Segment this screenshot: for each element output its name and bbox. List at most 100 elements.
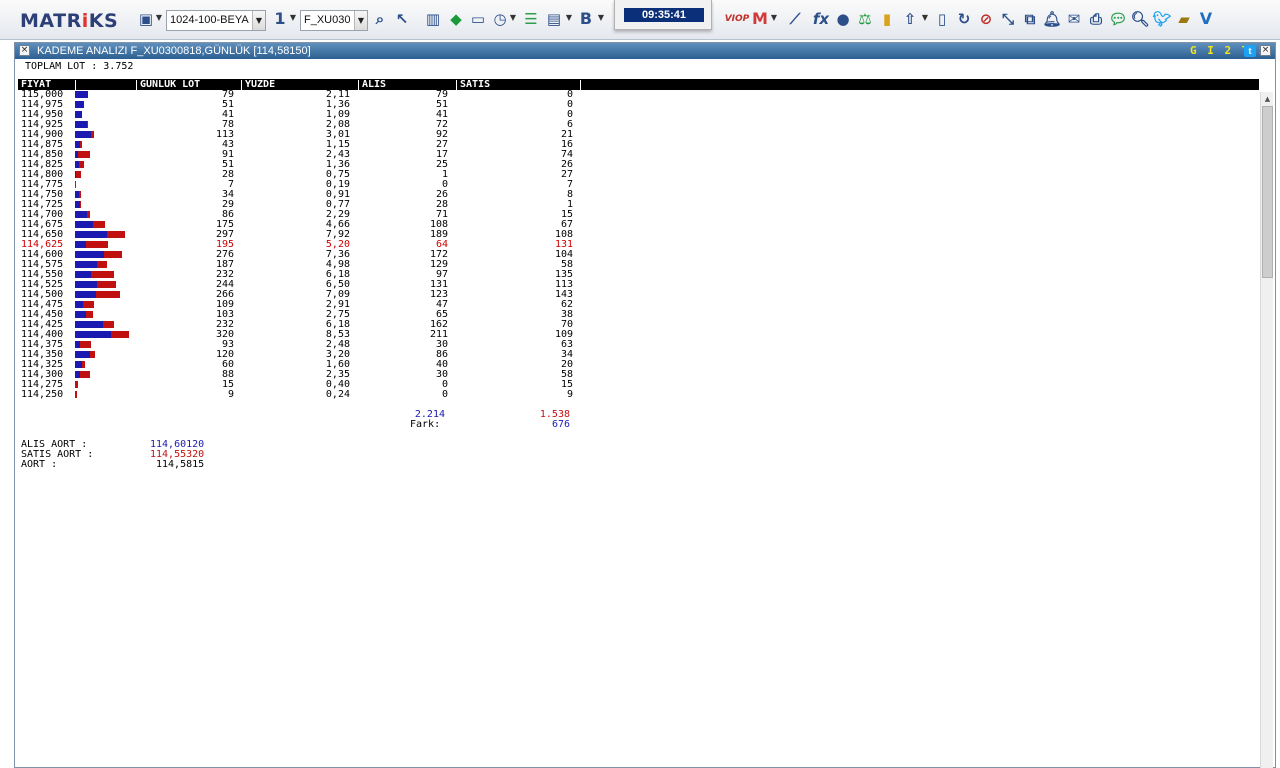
bell-icon[interactable]: 🔔︎ [1042,10,1061,28]
table-row[interactable]: 114,850 91 2,43 17 74 [18,150,618,160]
bold-icon[interactable]: B [577,10,595,28]
viop-icon[interactable]: VIOP [725,10,750,28]
table-row[interactable]: 114,325 60 1,60 40 20 [18,360,618,370]
m-icon[interactable]: M [751,10,769,28]
layout-select-arrow[interactable]: ▼ [252,11,265,30]
table-row[interactable]: 114,750 34 0,91 26 8 [18,190,618,200]
buy-bar [75,261,97,268]
m-dropdown-caret[interactable]: ▼ [770,13,778,23]
monitor-icon[interactable]: ▭ [469,10,487,28]
cube-icon[interactable]: ◆ [447,10,465,28]
table-row[interactable]: 114,900 113 3,01 92 21 [18,130,618,140]
chat-icon[interactable]: 💬︎ [1108,10,1127,28]
sell-bar [75,391,77,398]
upload-icon[interactable]: ⇧ [901,10,919,28]
magnifier-icon[interactable]: ⌕ [371,10,389,28]
fark-label: Fark: [410,419,441,430]
save-dropdown-caret[interactable]: ▼ [155,13,163,23]
table-row[interactable]: 114,350 120 3,20 86 34 [18,350,618,360]
scroll-thumb[interactable] [1262,106,1273,278]
satis-cell: 34 [560,349,573,360]
depth-analysis-window: × KADEME ANALIZI F_XU0300818,GÜNLÜK [114… [14,42,1276,768]
vertical-scrollbar[interactable]: ▲ [1260,92,1273,768]
table-row[interactable]: 114,475 109 2,91 47 62 [18,300,618,310]
bar-chart-icon[interactable]: ▥ [424,10,442,28]
table-row[interactable]: 114,650 297 7,92 189 108 [18,230,618,240]
bold-dropdown-caret[interactable]: ▼ [597,13,605,23]
table-dropdown-caret[interactable]: ▼ [565,13,573,23]
table-row[interactable]: 114,525 244 6,50 131 113 [18,280,618,290]
line-chart-icon[interactable]: ⟋ [786,10,804,28]
window-twitter-icon[interactable]: t [1244,45,1256,57]
table-row[interactable]: 114,375 93 2,48 30 63 [18,340,618,350]
document-icon[interactable]: ▯ [933,10,951,28]
table-row[interactable]: 114,450 103 2,75 65 38 [18,310,618,320]
table-row[interactable]: 114,775 7 0,19 0 7 [18,180,618,190]
v-icon[interactable]: V [1197,10,1215,28]
list-icon[interactable]: ☰ [522,10,540,28]
symbol-select[interactable]: F_XU030 ▼ [300,10,368,31]
close-doc-icon[interactable]: ⊘ [977,10,995,28]
table-row[interactable]: 114,400 320 8,53 211 109 [18,330,618,340]
book-icon[interactable]: ▰ [1175,10,1193,28]
mail-icon[interactable]: ✉ [1065,10,1083,28]
table-row[interactable]: 114,875 43 1,15 27 16 [18,140,618,150]
window-titlebar[interactable]: × KADEME ANALIZI F_XU0300818,GÜNLÜK [114… [15,43,1275,59]
table-row[interactable]: 114,275 15 0,40 0 15 [18,380,618,390]
symbol-select-arrow[interactable]: ▼ [354,11,367,30]
table-row[interactable]: 114,825 51 1,36 25 26 [18,160,618,170]
clock-icon[interactable]: ◷ [491,10,509,28]
window-close-right-icon[interactable]: × [1260,45,1271,56]
resize-icon[interactable]: ⤡ [999,10,1017,28]
table-row[interactable]: 114,725 29 0,77 28 1 [18,200,618,210]
table-icon[interactable]: ▤ [545,10,563,28]
buy-bar [75,231,108,238]
save-icon[interactable]: ▣ [137,10,155,28]
buy-bar [75,281,98,288]
search-icon[interactable]: 🔍︎ [1130,10,1149,28]
col-bar-header[interactable] [75,80,136,90]
formula-icon[interactable]: fx [812,10,830,28]
scales-icon[interactable]: ⚖ [856,10,874,28]
cursor-icon[interactable]: ↖ [393,10,411,28]
twitter-icon[interactable]: 🐦︎ [1152,10,1171,28]
table-row[interactable]: 115,000 79 2,11 79 0 [18,90,618,100]
table-row[interactable]: 114,925 78 2,08 72 6 [18,120,618,130]
table-row[interactable]: 114,500 266 7,09 123 143 [18,290,618,300]
sell-bar [81,361,86,368]
window-number[interactable]: 1 [271,10,289,28]
table-row[interactable]: 114,300 88 2,35 30 58 [18,370,618,380]
table-row[interactable]: 114,425 232 6,18 162 70 [18,320,618,330]
upload-dropdown-caret[interactable]: ▼ [921,13,929,23]
buy-bar [75,91,89,98]
table-row[interactable]: 114,675 175 4,66 108 67 [18,220,618,230]
window-number-caret[interactable]: ▼ [289,13,297,23]
refresh-icon[interactable]: ↻ [955,10,973,28]
satis-cell: 16 [560,139,573,150]
layout-select[interactable]: 1024-100-BEYA ▼ [166,10,266,31]
open-window-icon[interactable]: ⧉ [1021,10,1039,28]
table-row[interactable]: 114,975 51 1,36 51 0 [18,100,618,110]
table-row[interactable]: 114,550 232 6,18 97 135 [18,270,618,280]
traffic-light-icon[interactable]: ▮ [878,10,896,28]
user-icon[interactable]: ● [834,10,852,28]
table-row[interactable]: 114,625 195 5,20 64 131 [18,240,618,250]
clock-dropdown-caret[interactable]: ▼ [509,13,517,23]
table-row[interactable]: 114,600 276 7,36 172 104 [18,250,618,260]
sell-bar [95,291,121,298]
table-row[interactable]: 114,800 28 0,75 1 27 [18,170,618,180]
table-row[interactable]: 114,250 9 0,24 0 9 [18,390,618,400]
table-row[interactable]: 114,950 41 1,09 41 0 [18,110,618,120]
sell-bar [104,251,122,258]
print-icon[interactable]: ⎙ [1087,10,1105,28]
table-row[interactable]: 114,700 86 2,29 71 15 [18,210,618,220]
table-row[interactable]: 114,575 187 4,98 129 58 [18,260,618,270]
satis-cell: 20 [560,359,573,370]
scroll-up-arrow-icon[interactable]: ▲ [1262,93,1273,105]
window-close-icon[interactable]: × [19,45,30,56]
fark-value: 676 [551,419,570,430]
col-satis-header[interactable]: SATIS [456,80,580,90]
satis-cell: 15 [560,379,573,390]
buy-bar [75,301,83,308]
buy-bar [75,331,111,338]
